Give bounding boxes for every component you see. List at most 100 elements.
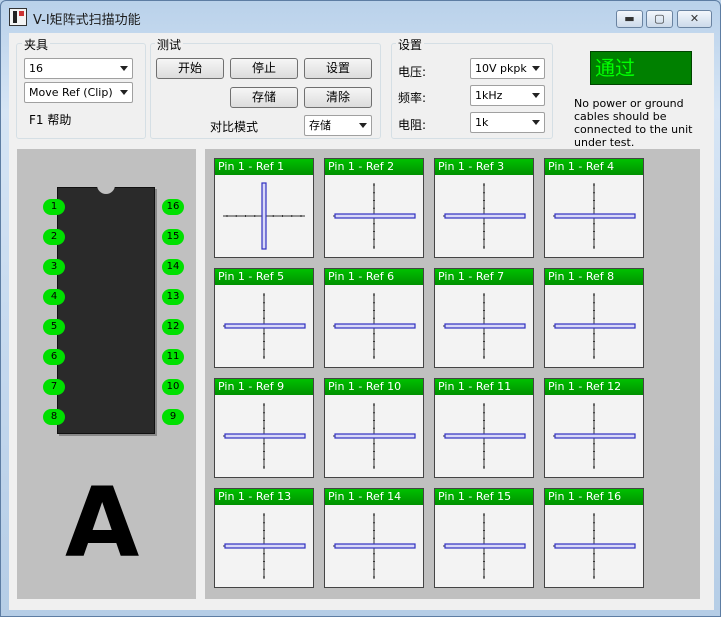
settings-button[interactable]: 设置 (304, 58, 372, 79)
chip-pin[interactable]: 10 (162, 379, 184, 395)
chip-pin[interactable]: 6 (43, 349, 65, 365)
vi-trace (334, 433, 416, 439)
vi-cell[interactable]: Pin 1 - Ref 8 (544, 268, 644, 368)
vi-cell-label: Pin 1 - Ref 3 (435, 159, 533, 175)
vi-cell[interactable]: Pin 1 - Ref 2 (324, 158, 424, 258)
vi-cell[interactable]: Pin 1 - Ref 3 (434, 158, 534, 258)
chevron-down-icon (120, 90, 128, 95)
vi-trace-plot (443, 183, 526, 249)
chip-pin[interactable]: 5 (43, 319, 65, 335)
vi-cell[interactable]: Pin 1 - Ref 10 (324, 378, 424, 478)
vi-cell-label: Pin 1 - Ref 1 (215, 159, 313, 175)
vi-cell[interactable]: Pin 1 - Ref 12 (544, 378, 644, 478)
vi-trace (444, 323, 526, 329)
vi-cell[interactable]: Pin 1 - Ref 6 (324, 268, 424, 368)
frequency-value: 1kHz (475, 89, 503, 102)
setup-group-label: 设置 (396, 36, 425, 53)
compare-mode-label: 对比模式 (210, 120, 259, 134)
chip-pin[interactable]: 4 (43, 289, 65, 305)
chip-pin[interactable]: 14 (162, 259, 184, 275)
vi-trace (334, 543, 416, 549)
chevron-down-icon (532, 120, 540, 125)
resistance-select[interactable]: 1k (470, 112, 545, 133)
chip-pin[interactable]: 13 (162, 289, 184, 305)
frequency-label: 频率: (398, 91, 427, 105)
chip-pin[interactable]: 8 (43, 409, 65, 425)
vi-cell[interactable]: Pin 1 - Ref 4 (544, 158, 644, 258)
vi-trace (444, 433, 526, 439)
vi-cell-label: Pin 1 - Ref 9 (215, 379, 313, 395)
vi-trace (224, 323, 306, 329)
voltage-label: 电压: (398, 65, 427, 79)
fixture-mode-select[interactable]: Move Ref (Clip) (24, 82, 133, 103)
compare-mode-select[interactable]: 存储 (304, 115, 372, 136)
warning-note: No power or ground cables should be conn… (574, 97, 693, 149)
voltage-select[interactable]: 10V pkpk (470, 58, 545, 79)
frequency-select[interactable]: 1kHz (470, 85, 545, 106)
chip-pin[interactable]: 9 (162, 409, 184, 425)
vi-trace-plot (223, 293, 306, 359)
vi-cell-label: Pin 1 - Ref 4 (545, 159, 643, 175)
vi-cell-label: Pin 1 - Ref 7 (435, 269, 533, 285)
chip-letter: A (65, 467, 140, 579)
vi-trace-plot (553, 183, 636, 249)
vi-trace (554, 213, 636, 219)
stop-button[interactable]: 停止 (230, 58, 298, 79)
chip-pin[interactable]: 12 (162, 319, 184, 335)
chevron-down-icon (532, 93, 540, 98)
vi-cell-label: Pin 1 - Ref 11 (435, 379, 533, 395)
clear-button[interactable]: 清除 (304, 87, 372, 108)
start-button[interactable]: 开始 (156, 58, 224, 79)
vi-trace-plot (443, 293, 526, 359)
vi-trace-plot (333, 513, 416, 579)
vi-cell[interactable]: Pin 1 - Ref 7 (434, 268, 534, 368)
chevron-down-icon (532, 66, 540, 71)
chevron-down-icon (120, 66, 128, 71)
chip-pin[interactable]: 3 (43, 259, 65, 275)
vi-trace (334, 213, 416, 219)
close-button[interactable]: ✕ (677, 10, 712, 28)
vi-cell[interactable]: Pin 1 - Ref 15 (434, 488, 534, 588)
pin-count-value: 16 (29, 62, 43, 75)
vi-trace (554, 433, 636, 439)
vi-cell[interactable]: Pin 1 - Ref 16 (544, 488, 644, 588)
vi-cell-label: Pin 1 - Ref 5 (215, 269, 313, 285)
resistance-label: 电阻: (398, 118, 427, 132)
vi-cell[interactable]: Pin 1 - Ref 11 (434, 378, 534, 478)
pin-count-select[interactable]: 16 (24, 58, 133, 79)
vi-trace (334, 323, 416, 329)
chip-pin[interactable]: 11 (162, 349, 184, 365)
vi-cell-label: Pin 1 - Ref 16 (545, 489, 643, 505)
chip-pin[interactable]: 2 (43, 229, 65, 245)
chevron-down-icon (359, 123, 367, 128)
help-label[interactable]: F1 帮助 (29, 111, 71, 128)
chip-pin[interactable]: 16 (162, 199, 184, 215)
chip-pin[interactable]: 7 (43, 379, 65, 395)
maximize-button[interactable]: ▢ (646, 10, 673, 28)
fixture-mode-value: Move Ref (Clip) (29, 86, 113, 99)
client-area: 夹具 16 Move Ref (Clip) F1 帮助 测试 开始 停止 设置 … (9, 33, 714, 610)
vi-cell[interactable]: Pin 1 - Ref 14 (324, 488, 424, 588)
vi-trace-plot (333, 293, 416, 359)
vi-cell[interactable]: Pin 1 - Ref 9 (214, 378, 314, 478)
vi-trace-plot (553, 513, 636, 579)
resistance-value: 1k (475, 116, 489, 129)
vi-cell[interactable]: Pin 1 - Ref 13 (214, 488, 314, 588)
chip-pin[interactable]: 15 (162, 229, 184, 245)
vi-trace-plot (223, 513, 306, 579)
chip-pin[interactable]: 1 (43, 199, 65, 215)
vi-cell-label: Pin 1 - Ref 2 (325, 159, 423, 175)
vi-trace-plot (443, 513, 526, 579)
compare-mode-value: 存储 (309, 119, 331, 132)
vi-trace (444, 213, 526, 219)
vi-trace (261, 182, 267, 250)
save-button[interactable]: 存储 (230, 87, 298, 108)
title-bar[interactable]: V-I矩阵式扫描功能 ▬ ▢ ✕ (1, 1, 720, 31)
vi-trace (224, 433, 306, 439)
minimize-button[interactable]: ▬ (616, 10, 643, 28)
vi-trace (224, 543, 306, 549)
vi-cell[interactable]: Pin 1 - Ref 5 (214, 268, 314, 368)
vi-cell-label: Pin 1 - Ref 6 (325, 269, 423, 285)
vi-trace-plot (333, 403, 416, 469)
vi-cell[interactable]: Pin 1 - Ref 1 (214, 158, 314, 258)
